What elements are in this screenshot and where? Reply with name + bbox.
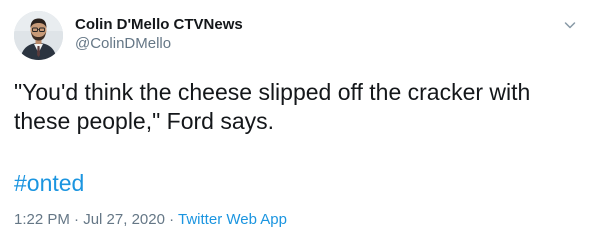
hashtag-link[interactable]: #onted (14, 169, 84, 198)
tweet-text-content: "You'd think the cheese slipped off the … (14, 79, 531, 134)
chevron-down-icon[interactable] (562, 17, 578, 33)
tweet-header: Colin D'Mello CTVNews @ColinDMello (14, 11, 584, 61)
author-names: Colin D'Mello CTVNews @ColinDMello (75, 15, 243, 53)
tweet-time[interactable]: 1:22 PM (14, 211, 70, 228)
avatar-photo-icon (14, 11, 63, 60)
tweet-metadata: 1:22 PM · Jul 27, 2020 · Twitter Web App (14, 210, 287, 229)
tweet-text: "You'd think the cheese slipped off the … (14, 78, 574, 136)
meta-separator: · (164, 211, 179, 228)
avatar[interactable] (14, 11, 63, 60)
user-handle[interactable]: @ColinDMello (75, 34, 243, 53)
tweet-source-link[interactable]: Twitter Web App (178, 211, 287, 228)
display-name[interactable]: Colin D'Mello CTVNews (75, 15, 243, 34)
tweet-card: Colin D'Mello CTVNews @ColinDMello "You'… (0, 0, 598, 242)
meta-separator: · (69, 211, 84, 228)
tweet-date[interactable]: Jul 27, 2020 (83, 211, 165, 228)
